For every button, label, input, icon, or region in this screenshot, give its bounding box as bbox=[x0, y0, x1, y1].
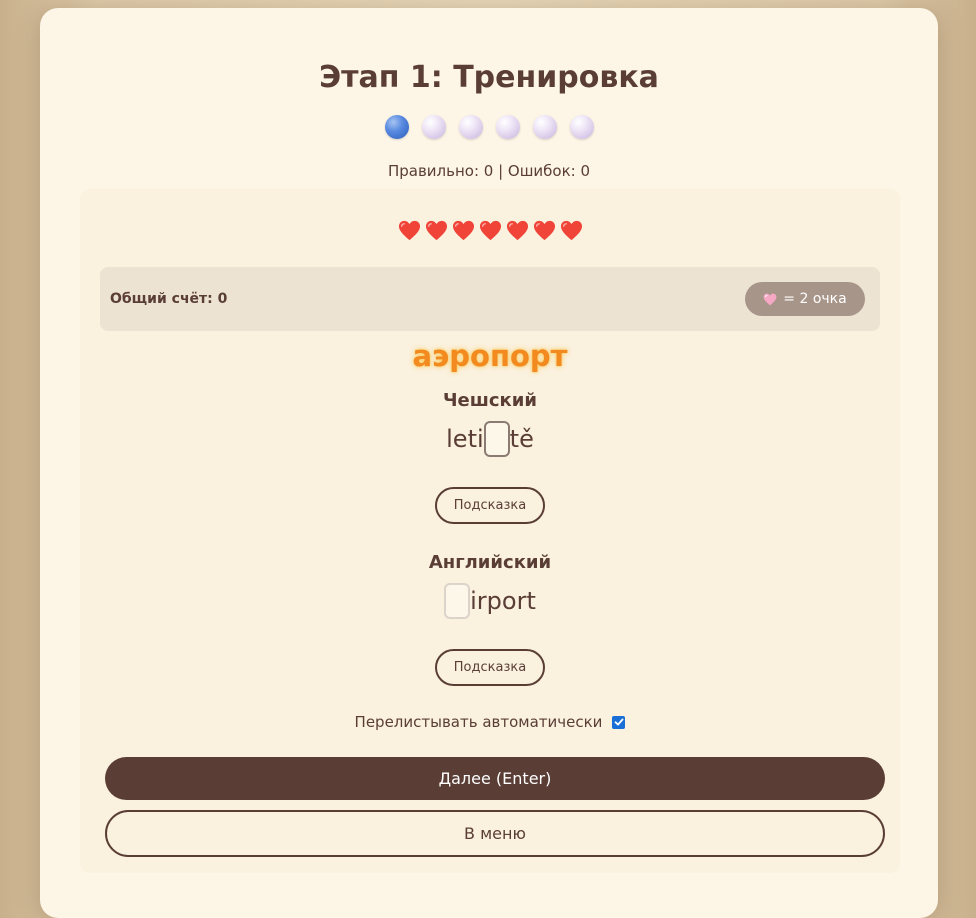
hint-button-english[interactable]: Подсказка bbox=[435, 649, 545, 686]
progress-dot-current bbox=[384, 115, 409, 139]
progress-dot bbox=[421, 115, 446, 139]
word-puzzle-czech: leti tě bbox=[80, 421, 900, 457]
auto-advance-row: Перелистывать автоматически bbox=[80, 713, 900, 731]
heart-icon bbox=[560, 220, 582, 241]
word-puzzle-english: irport bbox=[80, 583, 900, 619]
puzzle-suffix: tě bbox=[509, 425, 534, 453]
lives-hearts bbox=[80, 219, 900, 242]
hint-button-czech[interactable]: Подсказка bbox=[435, 487, 545, 524]
language-title-czech: Чешский bbox=[443, 390, 537, 411]
page-title: Этап 1: Тренировка bbox=[319, 60, 659, 95]
language-title-english: Английский bbox=[428, 552, 552, 573]
points-badge: = 2 очка bbox=[745, 282, 865, 316]
puzzle-prefix: leti bbox=[446, 425, 484, 453]
auto-advance-label: Перелистывать автоматически bbox=[354, 713, 603, 731]
total-score: Общий счёт: 0 bbox=[110, 291, 228, 307]
menu-button[interactable]: В меню bbox=[105, 810, 885, 857]
exercise-panel: Общий счёт: 0 = 2 очка аэропорт Чешский … bbox=[80, 189, 900, 873]
heart-icon bbox=[425, 220, 447, 241]
score-bar: Общий счёт: 0 = 2 очка bbox=[100, 267, 880, 331]
puzzle-suffix: irport bbox=[470, 587, 536, 615]
pink-heart-icon bbox=[763, 293, 777, 305]
heart-icon bbox=[506, 220, 528, 241]
target-word: аэропорт bbox=[412, 339, 568, 373]
auto-advance-checkbox[interactable] bbox=[612, 715, 626, 729]
progress-dot bbox=[495, 115, 520, 139]
game-card: Этап 1: Тренировка Правильно: 0 | Ошибок… bbox=[40, 8, 938, 918]
progress-dot bbox=[458, 115, 483, 139]
stats-text: Правильно: 0 | Ошибок: 0 bbox=[387, 162, 591, 180]
points-badge-text: = 2 очка bbox=[783, 291, 847, 307]
progress-dot bbox=[569, 115, 594, 139]
progress-dots bbox=[40, 115, 938, 139]
letter-input-slot[interactable] bbox=[483, 421, 510, 457]
letter-input-slot[interactable] bbox=[444, 583, 471, 619]
next-button[interactable]: Далее (Enter) bbox=[105, 757, 885, 800]
progress-dot bbox=[532, 115, 557, 139]
heart-icon bbox=[452, 220, 474, 241]
heart-icon bbox=[479, 220, 501, 241]
checkmark-icon bbox=[614, 718, 624, 726]
heart-icon bbox=[398, 220, 420, 241]
heart-icon bbox=[533, 220, 555, 241]
